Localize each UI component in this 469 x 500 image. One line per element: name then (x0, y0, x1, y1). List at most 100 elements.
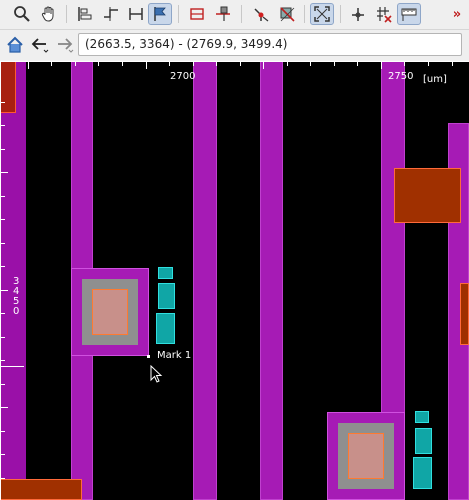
ruler-tick (0, 243, 5, 244)
ruler-tick (240, 61, 241, 66)
home-icon (7, 36, 23, 53)
home-button[interactable] (4, 34, 26, 56)
cyan-pin (158, 283, 175, 309)
ruler-button[interactable] (397, 3, 421, 25)
marker-point[interactable] (147, 355, 150, 358)
ruler-tick (0, 360, 5, 361)
metal-track (260, 61, 283, 500)
cyan-pin (415, 411, 429, 423)
marker-button[interactable] (211, 3, 235, 25)
ruler-label: 2700 (170, 71, 196, 82)
back-button[interactable] (29, 34, 51, 56)
cyan-pin (156, 313, 175, 344)
toolbar-separator (241, 5, 242, 23)
navigation-bar: (2663.5, 3364) - (2769.9, 3499.4) (0, 30, 469, 60)
ruler-tick (0, 102, 5, 103)
clear-grid-button[interactable] (372, 3, 396, 25)
top-ruler: 2700 2750 [um] (0, 61, 469, 85)
orange-shape (394, 168, 461, 223)
back-arrow-icon (31, 38, 49, 53)
cursor-guide (0, 366, 24, 367)
ruler-tick (0, 431, 5, 432)
ruler-label: 2750 (388, 71, 414, 82)
ruler-tick (0, 219, 5, 220)
ruler-tick (98, 61, 99, 66)
ruler-tick (0, 337, 5, 338)
ruler-tick (216, 61, 217, 66)
select-area-button[interactable] (275, 3, 299, 25)
h-measure-icon (190, 8, 204, 20)
ruler-unit: [um] (423, 74, 447, 85)
align-path-icon (104, 7, 118, 21)
ruler-tick (146, 61, 147, 69)
ruler-baseline (0, 61, 469, 62)
ruler-icon (401, 8, 417, 21)
ruler-tick (51, 61, 52, 66)
cyan-pin (158, 267, 173, 279)
ruler-tick (263, 61, 264, 69)
path-align-button[interactable] (99, 3, 123, 25)
flag-icon (154, 7, 166, 21)
marker-icon (216, 6, 230, 21)
zoom-icon (14, 6, 30, 22)
via-contact (92, 289, 128, 335)
add-anchor-icon (352, 8, 364, 21)
toolbar-separator (304, 5, 305, 23)
ruler-tick (381, 61, 382, 69)
ruler-tick (334, 61, 335, 66)
forward-button[interactable] (54, 34, 76, 56)
cyan-pin (415, 428, 432, 454)
layout-canvas[interactable]: 2700 2750 [um] 3 4 5 0 Mark 1 (0, 61, 469, 500)
zoom-button[interactable] (10, 3, 34, 25)
route-button[interactable] (249, 3, 273, 25)
ruler-tick (0, 149, 5, 150)
mouse-pointer-icon (150, 365, 163, 383)
ruler-tick (0, 196, 5, 197)
pan-hand-icon (41, 6, 54, 22)
ruler-label-digit: 0 (13, 306, 20, 317)
fit-view-icon (314, 6, 330, 22)
orange-shape (460, 283, 469, 345)
fit-view-button[interactable] (310, 3, 334, 25)
clear-grid-icon (377, 7, 392, 23)
add-anchor-button[interactable] (346, 3, 370, 25)
left-ruler: 3 4 5 0 (0, 61, 30, 500)
toolbar-separator (178, 5, 179, 23)
ruler-width-icon (129, 8, 143, 20)
ruler-tick (404, 61, 405, 66)
width-measure-button[interactable] (124, 3, 148, 25)
route-icon (254, 8, 269, 22)
toolbar-separator (66, 5, 67, 23)
ruler-tick (75, 61, 76, 66)
ruler-tick (452, 61, 453, 66)
align-button[interactable] (73, 3, 97, 25)
forward-arrow-icon (58, 38, 74, 53)
ruler-baseline (0, 61, 1, 500)
align-left-icon (78, 7, 92, 21)
ruler-tick (122, 61, 123, 66)
ruler-tick (0, 125, 5, 126)
ruler-tick (0, 290, 8, 291)
more-chevron-icon: » (452, 6, 462, 22)
ruler-tick (0, 478, 5, 479)
toolbar-overflow-button[interactable]: » (448, 3, 466, 25)
ruler-tick (0, 313, 5, 314)
cyan-pin (413, 457, 432, 489)
h-measure-button[interactable] (185, 3, 209, 25)
flag-button[interactable] (148, 3, 172, 25)
ruler-tick (310, 61, 311, 66)
coordinates-field[interactable]: (2663.5, 3364) - (2769.9, 3499.4) (78, 33, 462, 56)
ruler-tick (428, 61, 429, 66)
ruler-tick (357, 61, 358, 66)
toolbar-separator (340, 5, 341, 23)
ruler-tick (0, 384, 5, 385)
ruler-tick (0, 407, 8, 408)
ruler-tick (0, 266, 5, 267)
layout-viewer-window: » (2663.5, 3364) - (2769.9, 3499.4) 2700… (0, 0, 469, 500)
marker-label[interactable]: Mark 1 (157, 350, 191, 361)
ruler-tick (0, 172, 8, 173)
select-area-icon (280, 7, 295, 22)
via-contact (348, 433, 384, 479)
ruler-tick (287, 61, 288, 66)
pan-button[interactable] (37, 3, 61, 25)
